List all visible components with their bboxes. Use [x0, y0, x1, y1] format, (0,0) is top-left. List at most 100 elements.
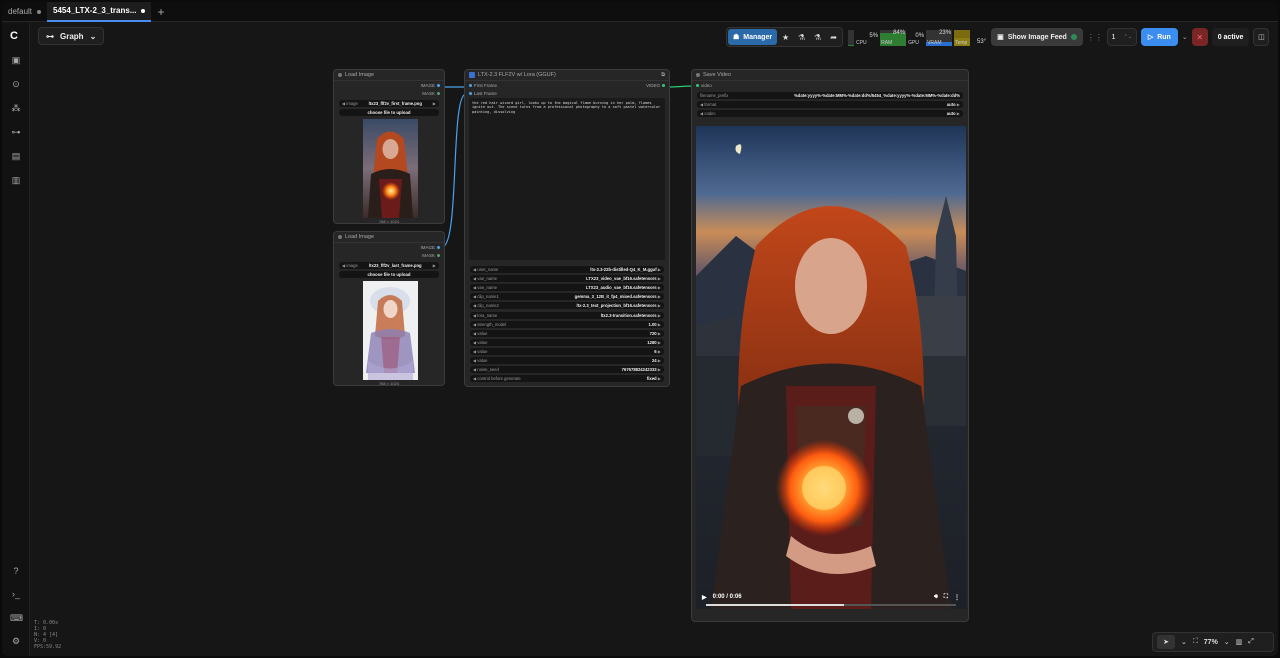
input-first-frame-slot[interactable]: First Frame — [469, 83, 497, 88]
settings-gear-icon[interactable]: ⚙ — [10, 635, 22, 647]
arrow-right-icon[interactable]: ▶ — [657, 267, 661, 272]
keyboard-icon[interactable]: ⌨ — [10, 612, 23, 624]
ltx-widget-value[interactable]: ◀ value 6 ▶ — [470, 347, 664, 355]
arrow-right-icon[interactable]: ▶ — [657, 285, 661, 290]
select-cursor-icon[interactable]: ➤ — [1157, 635, 1175, 649]
minimap-icon[interactable]: ▥ — [1236, 638, 1243, 646]
ltx-widget-unet-name[interactable]: ◀ unet_name ltx-2.3-22b-distilled-Q4_K_M.… — [470, 266, 664, 273]
new-tab-button[interactable]: + — [151, 5, 170, 19]
open-subgraph-icon[interactable]: ⧉ — [661, 72, 665, 79]
chevron-down-icon[interactable]: ⌄ — [1181, 638, 1187, 646]
ltx-widget-value[interactable]: ◀ value 720 ▶ — [470, 329, 664, 337]
output-image-slot[interactable]: IMAGE — [420, 83, 440, 88]
arrow-right-icon[interactable]: ▶ — [657, 276, 661, 281]
prompt-textarea[interactable]: the red hair wizard girl, looks up to th… — [469, 98, 665, 260]
chevron-down-icon[interactable]: ⌄ — [1224, 638, 1230, 646]
ltx-widget-noise-seed[interactable]: ◀ noise_seed 767678824242333 ▶ — [470, 366, 664, 374]
arrow-right-icon[interactable]: ▶ — [657, 367, 661, 372]
arrow-right-icon[interactable]: ▶ — [657, 358, 661, 363]
output-video-slot[interactable]: VIDEO — [646, 83, 665, 88]
toggle-panel-icon[interactable]: ◫ — [1253, 28, 1270, 46]
flask-alt-icon[interactable]: ⚗ — [810, 29, 825, 45]
comfy-logo-icon[interactable]: C — [10, 30, 22, 42]
gpu-label: GPU — [908, 40, 919, 46]
fullscreen-icon[interactable]: ⛶ — [944, 594, 948, 601]
load-image-node-1[interactable]: Load Image IMAGE MASK ◀ image ltx23_flf2… — [333, 69, 445, 224]
upload-button[interactable]: choose file to upload — [339, 271, 439, 278]
arrow-right-icon[interactable]: ▶ — [657, 322, 661, 327]
templates-icon[interactable]: ▤ — [10, 150, 22, 162]
format-widget[interactable]: ◀ format auto ▶ — [697, 101, 963, 108]
star-icon[interactable]: ★ — [778, 29, 793, 45]
output-mask-slot[interactable]: MASK — [422, 91, 440, 96]
collapse-dot-icon[interactable] — [338, 235, 342, 239]
play-icon[interactable]: ▶ — [702, 594, 707, 601]
queue-icon[interactable]: ▥ — [10, 174, 22, 186]
upload-button[interactable]: choose file to upload — [339, 109, 439, 116]
volume-icon[interactable]: 🔊︎ — [934, 594, 938, 601]
arrow-right-icon[interactable]: ▶ — [657, 376, 661, 381]
ltx-widget-value[interactable]: ◀ value 24 ▶ — [470, 357, 664, 364]
output-image-slot[interactable]: IMAGE — [420, 245, 440, 250]
arrow-right-icon[interactable]: ▶ — [657, 313, 661, 318]
arrow-right-icon[interactable]: ▶ — [657, 340, 661, 345]
output-mask-slot[interactable]: MASK — [422, 253, 440, 258]
cancel-run-button[interactable]: ✕ — [1191, 28, 1208, 46]
show-image-feed-button[interactable]: ▣ Show Image Feed — [991, 28, 1083, 46]
ltx-widget-strength-model[interactable]: ◀ strength_model 1.00 ▶ — [470, 320, 664, 328]
load-image-node-2[interactable]: Load Image IMAGE MASK ◀ image ltx23_flf2… — [333, 231, 445, 386]
video-progress-bar[interactable] — [706, 604, 956, 606]
input-last-frame-slot[interactable]: Last Frame — [469, 91, 497, 96]
run-options-chevron-icon[interactable]: ⌄ — [1182, 33, 1188, 41]
collapse-dot-icon[interactable] — [696, 73, 700, 77]
arrow-right-icon[interactable]: ▶ — [657, 294, 661, 299]
share-icon[interactable]: ➦ — [826, 29, 841, 45]
flask-icon[interactable]: ⚗ — [794, 29, 809, 45]
run-button[interactable]: ▷ Run — [1140, 28, 1178, 46]
terminal-icon[interactable]: ›_ — [10, 588, 22, 600]
widget-label: clip_name1 — [477, 294, 499, 300]
filename-prefix-widget[interactable]: filename_prefix %date:yyyy%-%date:MM%-%d… — [697, 92, 963, 99]
arrow-right-icon[interactable]: ▶ — [657, 303, 661, 308]
image-combo-widget[interactable]: ◀ image ltx23_flf2v_last_frame.png ▶ — [339, 262, 439, 269]
node-library-icon[interactable]: ⁂ — [10, 102, 22, 114]
more-options-icon[interactable]: ⋮ — [954, 594, 960, 601]
workflows-icon[interactable]: ⊶ — [10, 126, 22, 138]
node-title-bar[interactable]: LTX-2.3 FLF2V w/ Lora (GGUF) ⧉ — [465, 70, 669, 81]
stepper-arrows-icon[interactable]: ⌃⌄ — [1124, 34, 1132, 40]
images-icon[interactable]: ▣ — [10, 54, 22, 66]
codec-widget[interactable]: ◀ codec auto ▶ — [697, 110, 963, 117]
tab-default[interactable]: default — [2, 2, 47, 22]
ltx-widget-clip-name2[interactable]: ◀ clip_name2 ltx-2.3_text_projection_bf16… — [470, 302, 664, 310]
fit-view-icon[interactable]: ⛶ — [1193, 638, 1198, 646]
ltx-widget-lora-name[interactable]: ◀ lora_name ltx2.3-transition.safetensors… — [470, 311, 664, 319]
ram-label: RAM — [881, 40, 893, 46]
ltx-widget-vae-name[interactable]: ◀ vae_name LTX23_audio_vae_bf16.safetenso… — [470, 284, 664, 292]
help-icon[interactable]: ? — [10, 565, 22, 577]
ltx-flf2v-node[interactable]: LTX-2.3 FLF2V w/ Lora (GGUF) ⧉ First Fra… — [464, 69, 670, 387]
ltx-widget-vae-name[interactable]: ◀ vae_name LTX23_video_vae_bf16.safetenso… — [470, 275, 664, 283]
node-title-bar[interactable]: Load Image — [334, 232, 444, 243]
first-frame-preview-image — [363, 119, 418, 218]
node-title-bar[interactable]: Save Video — [692, 70, 968, 81]
active-jobs-button[interactable]: 0 active — [1211, 28, 1250, 46]
arrow-right-icon[interactable]: ▶ — [657, 349, 661, 354]
ltx-widget-control-before-generate[interactable]: ◀ control before generate fixed ▶ — [470, 375, 664, 383]
input-video-slot[interactable]: video — [696, 83, 712, 88]
image-combo-widget[interactable]: ◀ image ltx23_flf2v_first_frame.png ▶ — [339, 100, 439, 107]
node-title-bar[interactable]: Load Image — [334, 70, 444, 81]
drag-handle-icon[interactable]: ⋮⋮ — [1087, 33, 1103, 42]
queue-count-stepper[interactable]: 1 ⌃⌄ — [1106, 28, 1137, 46]
save-video-node[interactable]: Save Video video filename_prefix %date:y… — [691, 69, 969, 622]
model-library-icon[interactable]: ⊙ — [10, 78, 22, 90]
collapse-dot-icon[interactable] — [338, 73, 342, 77]
ltx-widget-clip-name1[interactable]: ◀ clip_name1 gemma_3_12B_it_fp4_mixed.saf… — [470, 293, 664, 301]
graph-mode-button[interactable]: ⊶ Graph ⌄ — [38, 27, 105, 45]
video-player[interactable]: ▶ 0:00 / 0:06 🔊︎ ⛶ ⋮ — [696, 126, 966, 609]
manager-button[interactable]: ☗ Manager — [728, 29, 778, 45]
ltx-widget-value[interactable]: ◀ value 1280 ▶ — [470, 338, 664, 346]
zoom-level[interactable]: 77% — [1204, 639, 1218, 646]
arrow-right-icon[interactable]: ▶ — [657, 331, 661, 336]
tab-workflow[interactable]: 5454_LTX-2_3_trans... — [47, 2, 152, 22]
link-visibility-icon[interactable]: ⤢ — [1248, 638, 1254, 646]
